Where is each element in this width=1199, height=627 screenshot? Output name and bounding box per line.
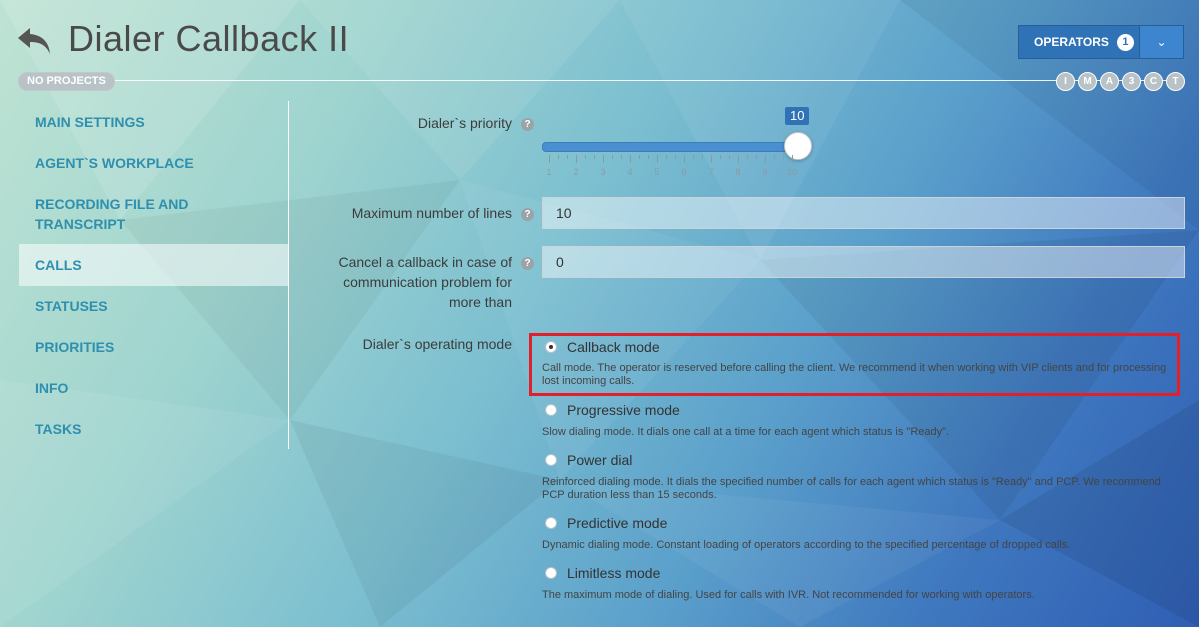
slider-tick [603,155,604,163]
radio-limitless-mode[interactable]: Limitless mode [545,565,660,581]
header: Dialer Callback II NO PROJECTS I M A 3 C… [0,0,1199,100]
priority-slider[interactable]: 10 1 2 3 4 5 6 7 8 9 10 [542,105,812,185]
radio-button[interactable] [545,567,557,579]
slider-tick-label: 5 [654,167,660,177]
slider-tick-label: 6 [681,167,687,177]
slider-tick [549,155,550,163]
sidebar-item-statuses[interactable]: STATUSES [19,296,288,316]
radio-button[interactable] [545,404,557,416]
slider-tick [684,155,685,163]
radio-label: Predictive mode [567,515,668,531]
badge-c[interactable]: C [1144,72,1163,91]
badge-t[interactable]: T [1166,72,1185,91]
sidebar-item-priorities[interactable]: PRIORITIES [19,337,288,357]
slider-tick [648,155,649,159]
max-lines-label: Maximum number of lines [351,205,512,221]
priority-slider-track[interactable] [542,142,800,152]
slider-tick [774,155,775,159]
slider-tick [666,155,667,159]
highlight-box [529,333,1180,396]
sidebar-item-tasks[interactable]: TASKS [19,419,288,439]
slider-tick [675,155,676,159]
slider-tick [747,155,748,159]
slider-tick [702,155,703,159]
sidebar-item-recording[interactable]: RECORDING FILE AND TRANSCRIPT [19,194,209,234]
radio-power-dial[interactable]: Power dial [545,452,632,468]
slider-tick-label: 10 [786,167,797,177]
priority-label: Dialer`s priority [417,115,512,131]
max-lines-input[interactable]: 10 [542,197,1185,229]
priority-slider-handle[interactable] [784,132,812,160]
sidebar: MAIN SETTINGS AGENT`S WORKPLACE RECORDIN… [19,101,289,449]
slider-tick-label: 2 [573,167,579,177]
operators-label: OPERATORS [1034,35,1109,49]
slider-tick-label: 7 [708,167,714,177]
slider-tick [594,155,595,159]
no-projects-badge[interactable]: NO PROJECTS [18,72,115,91]
slider-tick [621,155,622,159]
radio-label: Limitless mode [567,565,661,581]
badge-m[interactable]: M [1078,72,1097,91]
help-icon[interactable]: ? [521,257,534,270]
radio-label: Power dial [567,452,633,468]
slider-tick [639,155,640,159]
chevron-down-icon: ⌄ [1156,35,1167,49]
slider-tick [693,155,694,159]
slider-tick [756,155,757,159]
slider-tick [783,155,784,159]
slider-tick [711,155,712,163]
slider-tick [630,155,631,163]
badge-3[interactable]: 3 [1122,72,1141,91]
sidebar-item-calls[interactable]: CALLS [19,244,288,286]
operators-dropdown-button[interactable]: ⌄ [1140,25,1184,59]
status-badges: I M A 3 C T [1056,72,1185,91]
header-divider [18,80,1184,81]
cancel-callback-label: Cancel a callback in case of communicati… [338,254,512,310]
operators-count: 1 [1116,33,1134,51]
sidebar-item-info[interactable]: INFO [19,378,288,398]
slider-tick [558,155,559,159]
back-arrow-icon[interactable] [16,24,52,56]
help-icon[interactable]: ? [521,118,534,131]
sidebar-item-main-settings[interactable]: MAIN SETTINGS [19,112,288,132]
limitless-mode-description: The maximum mode of dialing. Used for ca… [542,589,1035,601]
operators-button[interactable]: OPERATORS 1 [1018,25,1140,59]
help-icon[interactable]: ? [521,208,534,221]
radio-button[interactable] [545,454,557,466]
slider-tick [729,155,730,159]
radio-progressive-mode[interactable]: Progressive mode [545,402,680,418]
slider-tick [576,155,577,163]
slider-tick [738,155,739,163]
slider-tick [612,155,613,159]
predictive-mode-description: Dynamic dialing mode. Constant loading o… [542,539,1071,551]
slider-tick-label: 1 [546,167,552,177]
badge-i[interactable]: I [1056,72,1075,91]
slider-tick-label: 8 [735,167,741,177]
operating-mode-label: Dialer`s operating mode [362,336,512,352]
slider-tick-label: 3 [600,167,606,177]
progressive-mode-description: Slow dialing mode. It dials one call at … [542,426,950,438]
slider-tick [792,155,793,163]
cancel-callback-input[interactable]: 0 [542,246,1185,278]
slider-tick [585,155,586,159]
operators-button-group: OPERATORS 1 ⌄ [1018,25,1184,59]
radio-button[interactable] [545,517,557,529]
badge-a[interactable]: A [1100,72,1119,91]
page-title: Dialer Callback II [68,18,350,59]
sidebar-item-agents-workplace[interactable]: AGENT`S WORKPLACE [19,153,288,173]
slider-tick-label: 9 [762,167,768,177]
slider-tick [720,155,721,159]
power-dial-description: Reinforced dialing mode. It dials the sp… [542,476,1161,501]
slider-tick-label: 4 [627,167,633,177]
radio-label: Progressive mode [567,402,680,418]
radio-predictive-mode[interactable]: Predictive mode [545,515,667,531]
slider-tick [567,155,568,159]
priority-slider-value: 10 [785,107,810,125]
slider-tick [765,155,766,163]
slider-tick [657,155,658,163]
